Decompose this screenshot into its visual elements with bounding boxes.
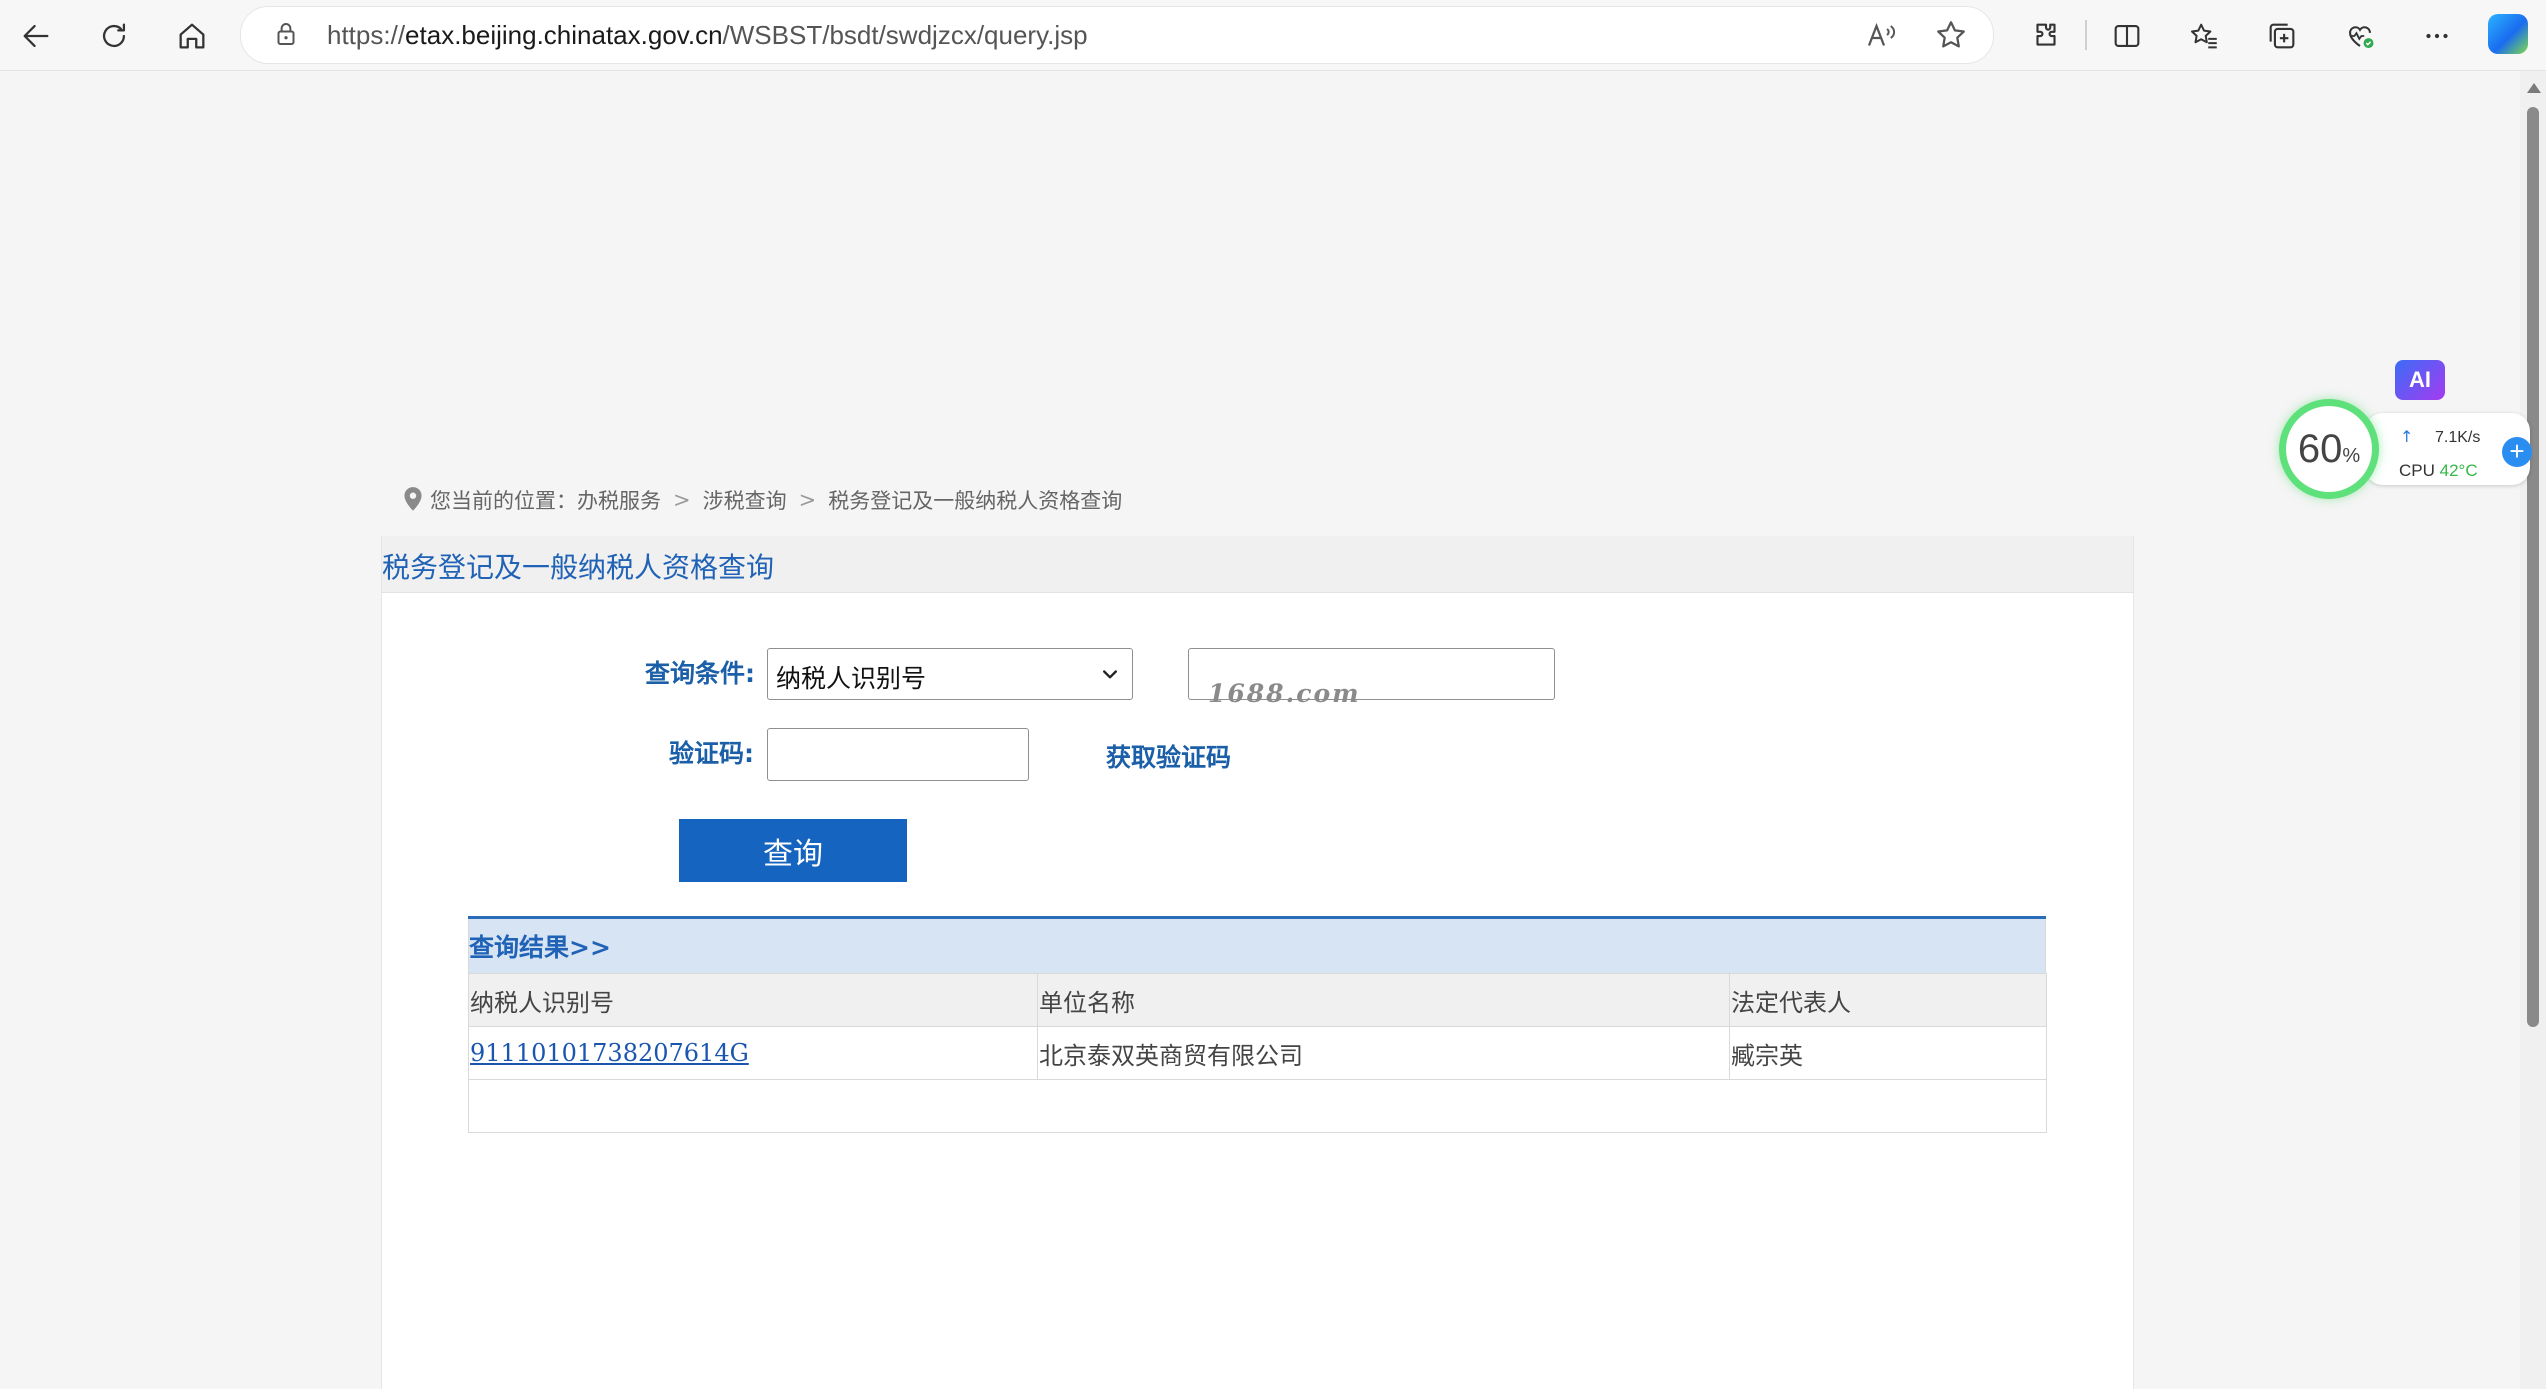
home-button[interactable] [168, 12, 216, 60]
results-header-label: 查询结果>> [469, 933, 611, 962]
cpu-temperature: CPU 42°C [2399, 461, 2478, 480]
query-condition-label: 查询条件: [645, 659, 755, 688]
home-icon [179, 23, 205, 49]
arrow-left-icon [23, 24, 49, 48]
cpu-usage-value: 60% [2297, 426, 2361, 471]
breadcrumb-separator: > [798, 488, 817, 512]
collections-button[interactable] [2258, 12, 2306, 60]
address-bar[interactable]: https://etax.beijing.chinatax.gov.cn/WSB… [240, 6, 1994, 64]
more-options-button[interactable] [2413, 12, 2461, 60]
lock-icon[interactable] [271, 19, 301, 49]
split-screen-icon [2114, 25, 2140, 47]
results-table: 纳税人识别号 单位名称 法定代表人 91110101738207614G 北京泰… [468, 973, 2047, 1133]
url-host: etax.beijing.chinatax.gov.cn [405, 20, 723, 50]
get-captcha-link[interactable]: 获取验证码 [1106, 738, 1231, 774]
read-aloud-icon[interactable] [1863, 17, 1899, 53]
captcha-input[interactable] [767, 728, 1029, 781]
table-row-empty [468, 1079, 2047, 1133]
captcha-label: 验证码: [669, 739, 754, 768]
chevron-down-icon [1103, 670, 1117, 679]
upload-arrow-icon: ↑ [2400, 427, 2414, 446]
cpu-usage-ring: 60% [2279, 399, 2379, 499]
puzzle-icon [2036, 23, 2056, 46]
watermark-text: 1688.com [1208, 679, 1361, 708]
extensions-button[interactable] [2022, 12, 2070, 60]
table-cell: 91110101738207614G [468, 1026, 1038, 1080]
browser-essentials-button[interactable] [2336, 12, 2384, 60]
add-widget-button[interactable]: + [2502, 437, 2532, 467]
location-pin-icon [404, 487, 422, 511]
table-row: 91110101738207614G 北京泰双英商贸有限公司 臧宗英 [468, 1026, 2047, 1080]
split-screen-button[interactable] [2103, 12, 2151, 60]
url-scheme: https:// [327, 20, 406, 50]
title-bar: 税务登记及一般纳税人资格查询 [382, 536, 2133, 593]
results-header: 查询结果>> [468, 919, 2046, 973]
column-header: 单位名称 [1037, 973, 1730, 1027]
table-header-row: 纳税人识别号 单位名称 法定代表人 [468, 973, 2047, 1027]
page-scrollbar[interactable] [2520, 71, 2546, 1389]
ai-assistant-badge[interactable]: AI [2395, 360, 2445, 400]
main-panel: 税务登记及一般纳税人资格查询 查询条件: 纳税人识别号 1688.com 验证码… [381, 536, 2134, 1389]
column-header: 法定代表人 [1729, 973, 2047, 1027]
breadcrumb: 您当前的位置： 办税服务 > 涉税查询 > 税务登记及一般纳税人资格查询 [400, 480, 1122, 520]
copilot-icon[interactable] [2488, 14, 2528, 54]
favorites-list-icon [2190, 23, 2217, 49]
heart-pulse-icon [2349, 26, 2374, 49]
query-condition-select[interactable]: 纳税人识别号 [767, 648, 1133, 700]
taxpayer-id-link[interactable]: 91110101738207614G [470, 1039, 749, 1067]
breadcrumb-item[interactable]: 办税服务 [577, 485, 661, 515]
network-speed: 7.1K/s [2435, 429, 2481, 446]
page-title: 税务登记及一般纳税人资格查询 [382, 551, 775, 584]
results-section: 查询结果>> 纳税人识别号 单位名称 法定代表人 911101017382076… [468, 916, 2047, 1133]
browser-toolbar: https://etax.beijing.chinatax.gov.cn/WSB… [0, 0, 2546, 71]
breadcrumb-separator: > [673, 488, 691, 512]
scrollbar-thumb[interactable] [2527, 107, 2539, 1027]
breadcrumb-item: 税务登记及一般纳税人资格查询 [828, 489, 1123, 513]
url-path: /WSBST/bsdt/swdjzcx/query.jsp [722, 20, 1088, 50]
scroll-up-arrow-icon[interactable] [2527, 83, 2541, 93]
collections-icon [2269, 23, 2295, 49]
ellipsis-icon [2426, 33, 2448, 39]
table-cell: 臧宗英 [1729, 1026, 2047, 1080]
query-condition-value: 纳税人识别号 [776, 664, 927, 693]
favorites-button[interactable] [2180, 12, 2228, 60]
favorite-star-icon[interactable] [1933, 17, 1969, 53]
query-button[interactable]: 查询 [679, 819, 907, 882]
refresh-button[interactable] [90, 12, 138, 60]
breadcrumb-prefix: 您当前的位置： [430, 489, 577, 513]
table-cell: 北京泰双英商贸有限公司 [1037, 1026, 1730, 1080]
table-cell-empty [468, 1079, 2047, 1133]
back-button[interactable] [12, 12, 60, 60]
toolbar-divider [2085, 20, 2087, 50]
refresh-icon [102, 23, 126, 48]
breadcrumb-item[interactable]: 涉税查询 [703, 485, 787, 515]
column-header: 纳税人识别号 [468, 973, 1038, 1027]
system-monitor-widget[interactable]: 60% ↑ 7.1K/s CPU 42°C + [2275, 395, 2535, 513]
url-text[interactable]: https://etax.beijing.chinatax.gov.cn/WSB… [327, 20, 1088, 51]
